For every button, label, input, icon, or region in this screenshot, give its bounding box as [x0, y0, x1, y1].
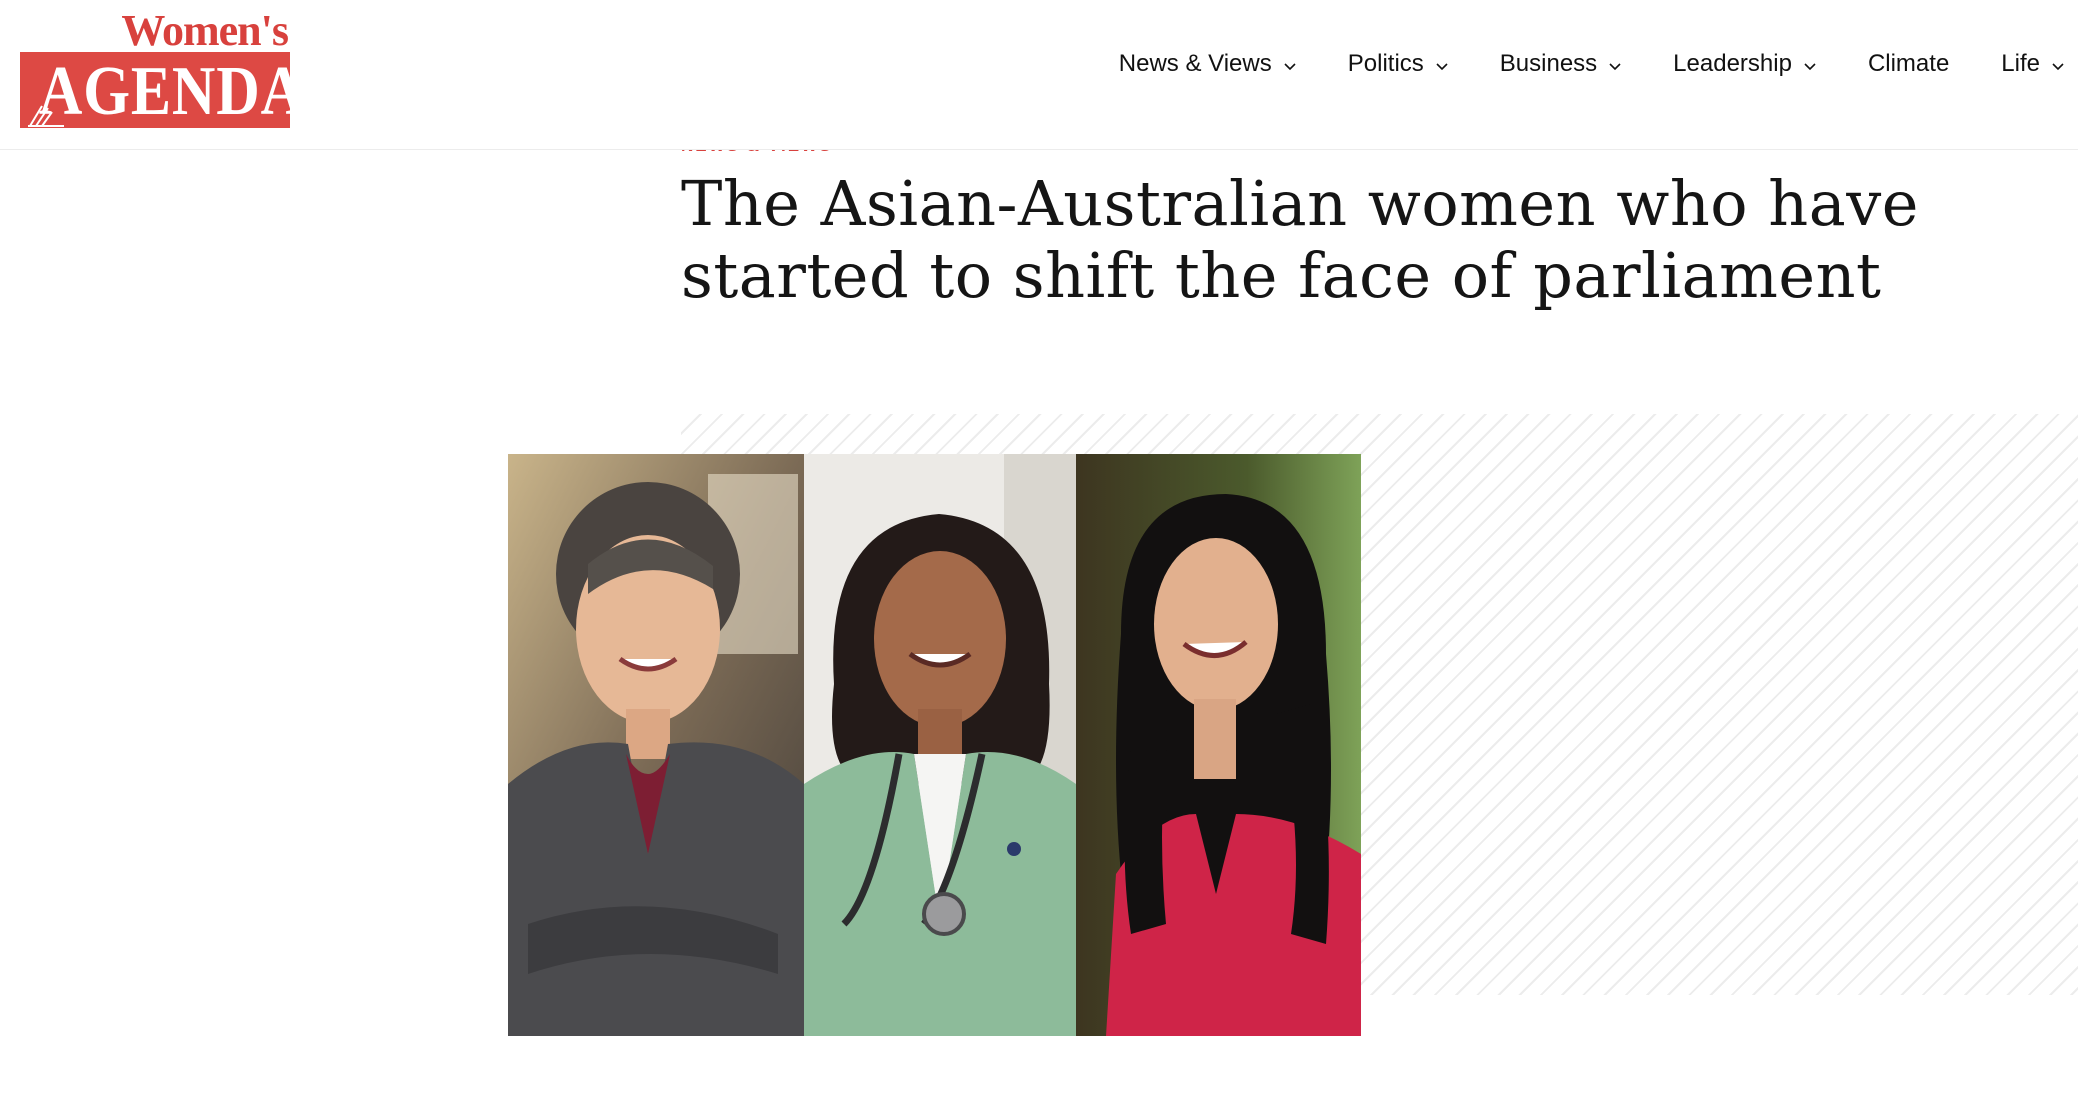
portrait-photo-2: [804, 454, 1076, 1036]
nav-item-life[interactable]: Life: [2001, 50, 2064, 78]
page: Women's AGENDA News & Views Politics Bus…: [0, 0, 2078, 1098]
portrait-photo-3: [1076, 454, 1361, 1036]
portrait-photo-1: [508, 454, 804, 1036]
nav-item-label: Life: [2001, 50, 2040, 77]
logo-lines-icon: [28, 105, 64, 127]
logo-womens-text: Women's: [121, 6, 289, 55]
logo-banner: AGENDA: [20, 52, 305, 130]
nav-item-climate[interactable]: Climate: [1868, 50, 1949, 78]
nav-item-label: Climate: [1867, 50, 1950, 77]
hero-image: [508, 454, 1361, 1036]
main-nav: News & Views Politics Business Leadershi…: [1119, 42, 2064, 86]
nav-item-news-views[interactable]: News & Views: [1119, 50, 1296, 78]
nav-item-label: Leadership: [1673, 50, 1792, 77]
nav-item-business[interactable]: Business: [1500, 50, 1621, 78]
nav-item-politics[interactable]: Politics: [1348, 50, 1448, 78]
chevron-down-icon: [1804, 63, 1816, 71]
logo-agenda-text: AGENDA: [38, 53, 305, 130]
nav-item-leadership[interactable]: Leadership: [1673, 50, 1816, 78]
site-logo[interactable]: Women's AGENDA: [20, 6, 305, 130]
article-title: The Asian-Australian women who have star…: [681, 167, 1919, 312]
nav-item-label: Politics: [1347, 50, 1424, 77]
chevron-down-icon: [1609, 63, 1621, 71]
site-header: Women's AGENDA News & Views Politics Bus…: [0, 0, 2078, 150]
chevron-down-icon: [2052, 63, 2064, 71]
chevron-down-icon: [1284, 63, 1296, 71]
nav-item-label: News & Views: [1118, 50, 1272, 77]
chevron-down-icon: [1436, 63, 1448, 71]
nav-item-label: Business: [1499, 50, 1598, 77]
